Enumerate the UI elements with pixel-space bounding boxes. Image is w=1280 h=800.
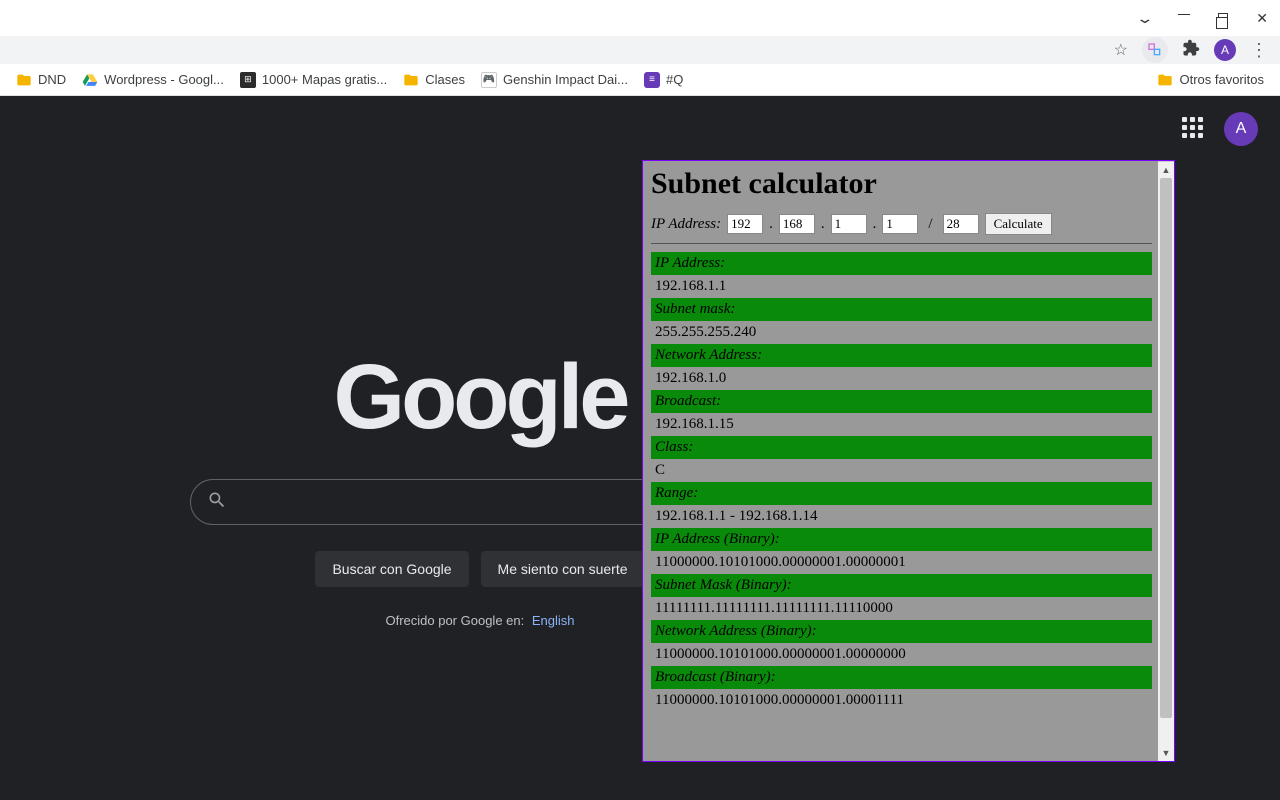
offered-languages: Ofrecido por Google en: English	[385, 613, 574, 628]
google-logo: Google	[334, 351, 627, 443]
bookmark-label: 1000+ Mapas gratis...	[262, 72, 387, 87]
page-content: A Google Buscar con Google Me siento con…	[0, 96, 1280, 800]
folder-icon	[403, 72, 419, 88]
extension-popup: Subnet calculator IP Address: . . . / Ca…	[642, 160, 1175, 762]
other-bookmarks-label: Otros favoritos	[1179, 72, 1264, 87]
google-avatar[interactable]: A	[1224, 112, 1258, 146]
octet-4-input[interactable]	[882, 214, 918, 234]
result-label: Subnet Mask (Binary):	[651, 574, 1152, 597]
result-label: Class:	[651, 436, 1152, 459]
result-label: Broadcast (Binary):	[651, 666, 1152, 689]
scroll-thumb[interactable]	[1160, 178, 1172, 718]
result-label: Subnet mask:	[651, 298, 1152, 321]
bookmark-label: Wordpress - Googl...	[104, 72, 224, 87]
bookmark-label: Clases	[425, 72, 465, 87]
result-value: 192.168.1.15	[651, 413, 1152, 436]
calculate-button[interactable]: Calculate	[985, 213, 1052, 235]
profile-avatar[interactable]: A	[1214, 39, 1236, 61]
result-value: 192.168.1.0	[651, 367, 1152, 390]
result-value: 255.255.255.240	[651, 321, 1152, 344]
result-table: IP Address:192.168.1.1Subnet mask:255.25…	[651, 252, 1152, 712]
popup-title: Subnet calculator	[651, 167, 1152, 201]
bookmark-clases[interactable]: Clases	[397, 68, 471, 92]
browser-toolbar: ☆ A ⋮	[0, 36, 1280, 64]
folder-icon	[16, 72, 32, 88]
scroll-track[interactable]	[1158, 178, 1174, 745]
search-buttons: Buscar con Google Me siento con suerte	[315, 551, 644, 587]
maximize-icon[interactable]	[1218, 13, 1228, 23]
lucky-button[interactable]: Me siento con suerte	[481, 551, 645, 587]
close-icon[interactable]: ✕	[1256, 10, 1268, 27]
bookmark-wordpress[interactable]: Wordpress - Googl...	[76, 68, 230, 92]
site-icon: ⊞	[240, 72, 256, 88]
scroll-up-icon[interactable]: ▲	[1158, 162, 1174, 178]
other-bookmarks[interactable]: Otros favoritos	[1151, 68, 1270, 92]
language-link[interactable]: English	[532, 613, 575, 628]
result-label: IP Address:	[651, 252, 1152, 275]
bookmarks-bar: DND Wordpress - Googl... ⊞ 1000+ Mapas g…	[0, 64, 1280, 96]
search-icon	[207, 490, 227, 515]
result-label: Range:	[651, 482, 1152, 505]
bookmark-dnd[interactable]: DND	[10, 68, 72, 92]
result-value: 11000000.10101000.00000001.00000000	[651, 643, 1152, 666]
google-top-bar: A	[1182, 112, 1258, 146]
extensions-icon[interactable]	[1182, 39, 1200, 62]
bookmark-star-icon[interactable]: ☆	[1114, 40, 1128, 60]
result-value: 192.168.1.1	[651, 275, 1152, 298]
result-label: Network Address (Binary):	[651, 620, 1152, 643]
menu-dots-icon[interactable]: ⋮	[1250, 41, 1268, 59]
site-icon: ≡	[644, 72, 660, 88]
result-value: 11000000.10101000.00000001.00000001	[651, 551, 1152, 574]
bookmark-q[interactable]: ≡ #Q	[638, 68, 689, 92]
result-label: Network Address:	[651, 344, 1152, 367]
result-value: 11000000.10101000.00000001.00001111	[651, 689, 1152, 712]
result-value: 192.168.1.1 - 192.168.1.14	[651, 505, 1152, 528]
bookmark-mapas[interactable]: ⊞ 1000+ Mapas gratis...	[234, 68, 393, 92]
search-button[interactable]: Buscar con Google	[315, 551, 468, 587]
ip-input-row: IP Address: . . . / Calculate	[651, 213, 1152, 235]
octet-3-input[interactable]	[831, 214, 867, 234]
result-label: IP Address (Binary):	[651, 528, 1152, 551]
divider	[651, 243, 1152, 244]
cidr-input[interactable]	[943, 214, 979, 234]
octet-1-input[interactable]	[727, 214, 763, 234]
bookmark-genshin[interactable]: 🎮 Genshin Impact Dai...	[475, 68, 634, 92]
bookmark-label: Genshin Impact Dai...	[503, 72, 628, 87]
bookmark-label: DND	[38, 72, 66, 87]
site-icon: 🎮	[481, 72, 497, 88]
scroll-down-icon[interactable]: ▼	[1158, 745, 1174, 761]
folder-icon	[1157, 72, 1173, 88]
result-value: 11111111.11111111.11111111.11110000	[651, 597, 1152, 620]
subnet-extension-icon[interactable]	[1142, 37, 1168, 63]
ip-label: IP Address:	[651, 216, 721, 233]
minimize-icon[interactable]	[1178, 14, 1190, 15]
window-controls: ⌄ ✕	[0, 0, 1280, 36]
result-label: Broadcast:	[651, 390, 1152, 413]
popup-scrollbar[interactable]: ▲ ▼	[1158, 161, 1174, 761]
result-value: C	[651, 459, 1152, 482]
offered-prefix: Ofrecido por Google en:	[385, 613, 524, 628]
chevron-down-icon[interactable]: ⌄	[1135, 10, 1154, 27]
octet-2-input[interactable]	[779, 214, 815, 234]
bookmark-label: #Q	[666, 72, 683, 87]
drive-icon	[82, 72, 98, 88]
apps-grid-icon[interactable]	[1182, 117, 1206, 141]
